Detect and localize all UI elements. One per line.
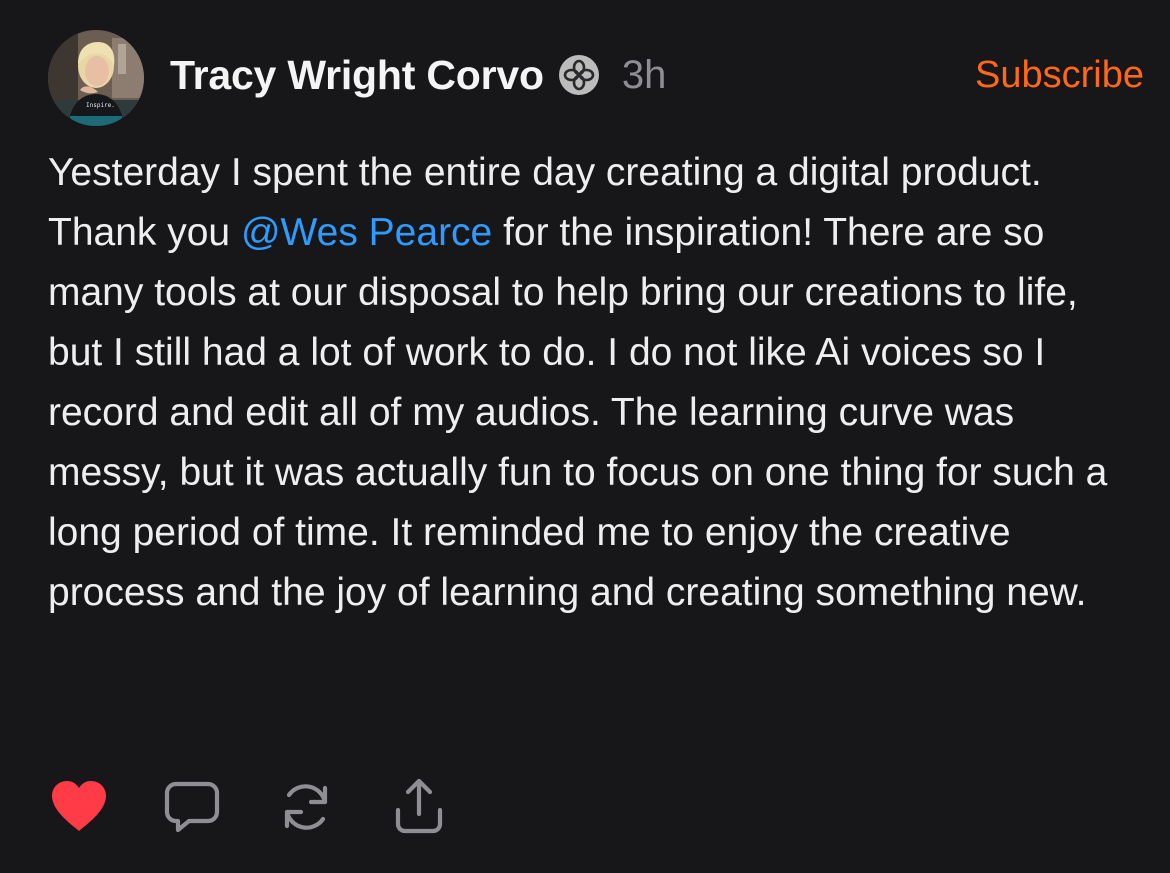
restack-button[interactable] <box>275 776 337 838</box>
author-name[interactable]: Tracy Wright Corvo <box>170 52 544 99</box>
comment-icon <box>164 781 220 833</box>
flower-badge-icon <box>558 54 600 96</box>
share-button[interactable] <box>388 776 450 838</box>
post-timestamp: 3h <box>621 52 667 97</box>
post-text-rest: for the inspiration! There are so many t… <box>48 211 1108 614</box>
avatar-photo: Inspire. <box>48 30 144 126</box>
post-header: Inspire. Tracy Wright Corvo 3h Subscribe <box>48 30 1144 128</box>
like-button[interactable] <box>48 776 110 838</box>
subscribe-button[interactable]: Subscribe <box>975 48 1144 102</box>
author-info: Tracy Wright Corvo 3h <box>170 48 666 102</box>
avatar-shirt-text: Inspire. <box>86 102 115 109</box>
author-avatar[interactable]: Inspire. <box>48 30 144 126</box>
heart-icon <box>52 781 106 831</box>
mention-link[interactable]: @Wes Pearce <box>241 211 492 254</box>
post-text: Yesterday I spent the entire day creatin… <box>48 143 1128 623</box>
restack-icon <box>284 784 328 830</box>
comment-button[interactable] <box>161 776 223 838</box>
share-icon <box>395 778 443 834</box>
